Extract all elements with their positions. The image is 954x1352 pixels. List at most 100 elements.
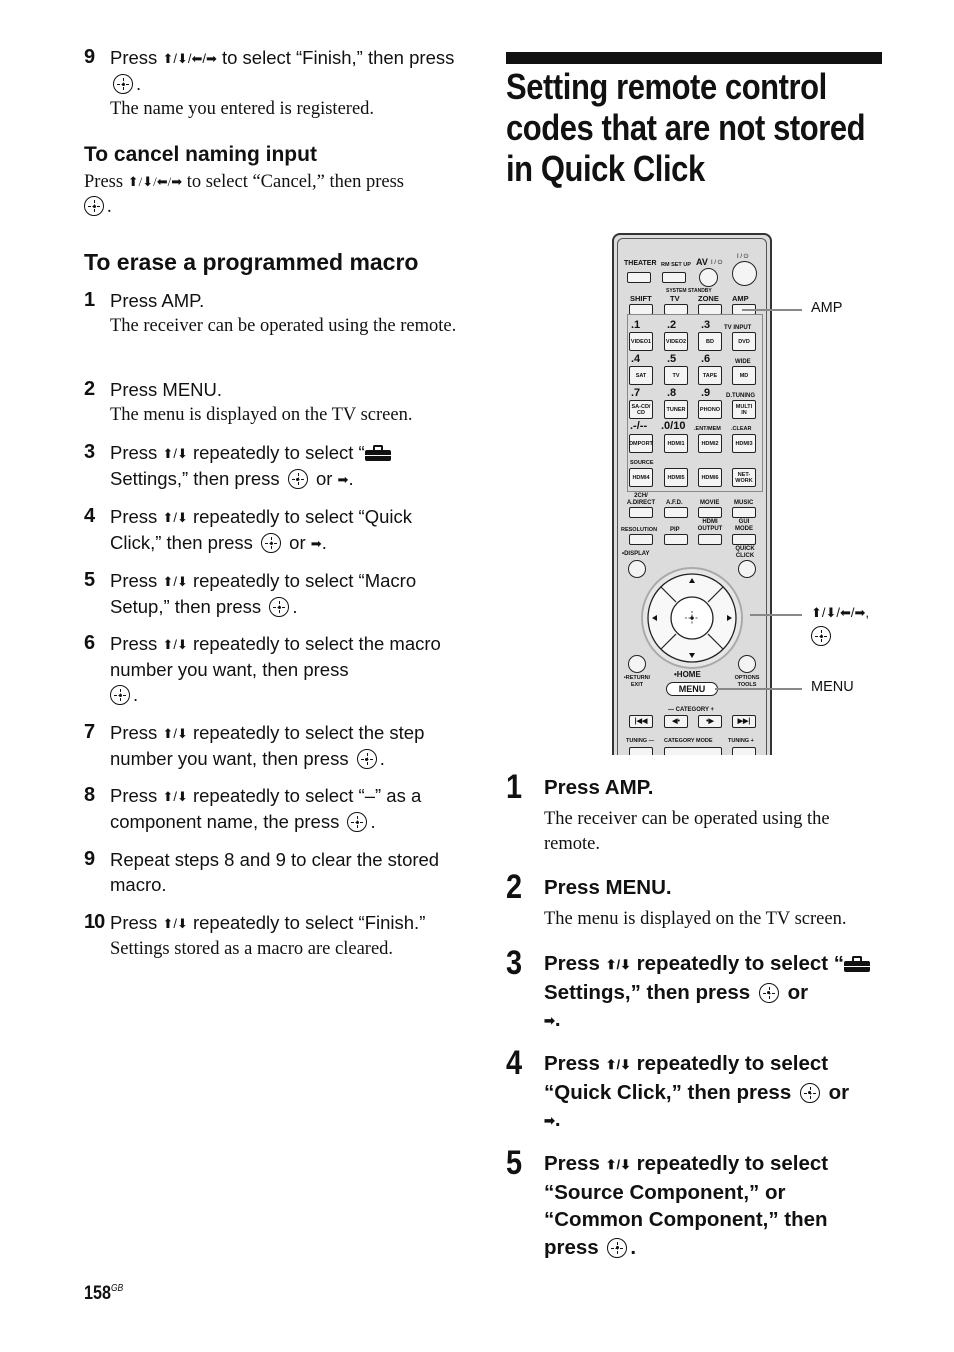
- text: .: [630, 1235, 637, 1259]
- key-7-label: .7: [631, 387, 641, 399]
- text: .: [321, 532, 327, 553]
- enter-button-icon: [261, 533, 282, 553]
- step-text: Press ⬆/⬇ repeatedly to select “Source C…: [544, 1150, 886, 1261]
- fast-forward-button: [732, 747, 756, 755]
- text: Press: [110, 633, 163, 654]
- step-number: 8: [84, 784, 96, 806]
- up-down-arrows-icon: ⬆/⬇: [605, 1057, 631, 1072]
- hdmi5-button: HDMI5: [664, 468, 688, 487]
- rm-setup-button: [662, 272, 686, 283]
- text: .: [379, 748, 385, 769]
- amp-callout-line: [742, 309, 802, 311]
- music-button: [732, 507, 756, 518]
- toolbox-settings-icon: [844, 955, 871, 972]
- comport-button: DMPORT: [629, 434, 653, 453]
- tuning-plus-label: TUNING +: [728, 738, 754, 744]
- hdmi2-button: HDMI2: [698, 434, 722, 453]
- cancel-naming-text: Press ⬆/⬇/⬅/➡ to select “Cancel,” then p…: [84, 169, 464, 220]
- up-down-arrows-icon: ⬆/⬇: [162, 789, 188, 804]
- prev-button: |◀◀: [629, 715, 653, 728]
- key-5-label: .5: [667, 353, 677, 365]
- category-minus-button: ◀•: [664, 715, 688, 728]
- bd-button: BD: [698, 332, 722, 351]
- category-mode-label: CATEGORY MODE: [664, 738, 713, 744]
- step-text: Repeat steps 8 and 9 to clear the stored…: [110, 849, 440, 895]
- step-note: Settings stored as a macro are cleared.: [110, 939, 394, 959]
- step-number: 3: [506, 944, 523, 982]
- step-text: Press ⬆/⬇/⬅/➡ to select “Finish,” then p…: [110, 45, 464, 96]
- afd-label: A.F.D.: [666, 500, 683, 506]
- text: Press: [110, 442, 163, 463]
- text: Settings,” then press: [544, 980, 756, 1004]
- hdmi1-button: HDMI1: [664, 434, 688, 453]
- sacd-button: SA-CD/ CD: [629, 400, 653, 419]
- title-line: in Quick Click: [506, 148, 705, 189]
- dash-label: .-/--: [630, 420, 648, 432]
- video2-button: VIDEO2: [664, 332, 688, 351]
- menu-callout: MENU: [811, 679, 854, 695]
- text: Press: [84, 172, 128, 192]
- title-line: Setting remote control: [506, 66, 827, 107]
- step-number: 10: [84, 911, 105, 933]
- toolbox-settings-icon: [364, 444, 391, 461]
- step-number: 4: [84, 505, 96, 527]
- right-arrow-icon: ➡: [544, 1113, 555, 1128]
- up-down-arrows-icon: ⬆/⬇: [162, 574, 188, 589]
- hdmi3-button: HDMI3: [732, 434, 756, 453]
- erase-step-6: 6 Press ⬆/⬇ repeatedly to select the mac…: [84, 631, 464, 707]
- up-down-arrows-icon: ⬆/⬇: [162, 637, 188, 652]
- step-3: 3 Press ⬆/⬇ repeatedly to select “ Settin…: [506, 946, 886, 1035]
- text: Press: [110, 912, 163, 933]
- step-text: Press ⬆/⬇ repeatedly to select “Quick Cl…: [544, 1050, 886, 1135]
- erase-step-1: 1 Press AMP. The receiver can be operate…: [84, 288, 464, 339]
- enter-button-icon: [811, 626, 831, 646]
- dtuning-label: D.TUNING: [726, 393, 755, 399]
- av-power-button: [699, 268, 718, 287]
- source-label: SOURCE: [630, 460, 654, 466]
- options-button: [738, 655, 756, 673]
- arrows-callout-line: [750, 614, 802, 616]
- amp-label: AMP: [732, 294, 749, 303]
- up-down-arrows-icon: ⬆/⬇: [605, 957, 631, 972]
- text: .: [136, 73, 142, 94]
- text: .: [554, 1008, 561, 1031]
- step-text: Press ⬆/⬇ repeatedly to select the step …: [110, 720, 464, 771]
- enter-button-icon: [113, 74, 133, 94]
- arrow-keys-icon: ⬆/⬇/⬅/➡: [127, 174, 183, 189]
- text: repeatedly to select “: [187, 442, 365, 463]
- text: repeatedly to select “Finish.”: [187, 912, 426, 933]
- step-4: 4 Press ⬆/⬇ repeatedly to select “Quick …: [506, 1046, 886, 1135]
- power-button: [732, 261, 757, 286]
- arrow-keys-icon: ⬆/⬇/⬅/➡: [162, 51, 217, 66]
- erase-macro-heading: To erase a programmed macro: [84, 249, 419, 275]
- erase-step-9: 9 Repeat steps 8 and 9 to clear the stor…: [84, 847, 464, 897]
- phono-button: PHONO: [698, 400, 722, 419]
- text: .: [370, 811, 376, 832]
- text: or: [284, 532, 311, 553]
- step-9-finish-naming: 9 Press ⬆/⬇/⬅/➡ to select “Finish,” then…: [84, 45, 464, 122]
- text: or: [310, 468, 338, 489]
- pip-label: PIP: [670, 527, 680, 533]
- movie-label: MOVIE: [700, 500, 720, 506]
- text: .: [107, 197, 112, 217]
- key-9-label: .9: [701, 387, 711, 399]
- wide-label: WIDE: [735, 359, 751, 365]
- step-text: Press ⬆/⬇ repeatedly to select “Quick Cl…: [110, 504, 464, 556]
- key-2-label: .2: [667, 319, 677, 331]
- d-pad: [641, 567, 743, 669]
- key-8-label: .8: [667, 387, 677, 399]
- text: to select “Cancel,” then press: [182, 172, 405, 192]
- hdmi-output-label: HDMI OUTPUT: [697, 519, 723, 532]
- av-label: AV: [696, 257, 708, 267]
- step-1: 1 Press AMP. The receiver can be operate…: [506, 770, 886, 857]
- text: Press: [544, 1152, 606, 1175]
- tv-label: TV: [670, 294, 680, 303]
- theater-label: THEATER: [624, 260, 657, 267]
- erase-step-5: 5 Press ⬆/⬇ repeatedly to select “Macro …: [84, 568, 464, 619]
- step-number: 9: [84, 46, 96, 68]
- next-button: ▶▶|: [732, 715, 756, 728]
- sat-button: SAT: [629, 366, 653, 385]
- right-arrow-icon: ➡: [544, 1013, 555, 1028]
- menu-button: MENU: [666, 682, 718, 696]
- section-title: Setting remote control codes that are no…: [506, 66, 866, 189]
